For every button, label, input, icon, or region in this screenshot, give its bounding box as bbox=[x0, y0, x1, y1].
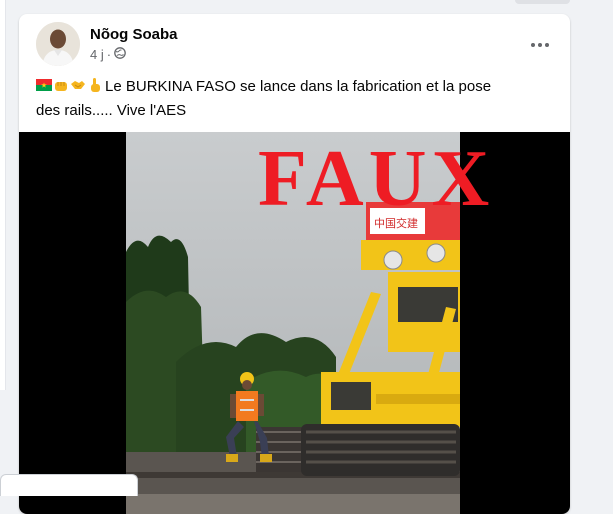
author-name[interactable]: Nõog Soaba bbox=[90, 26, 178, 43]
left-panel-edge bbox=[0, 0, 6, 390]
post-text-line-1: Le BURKINA FASO se lance dans la fabrica… bbox=[105, 78, 492, 95]
post-time[interactable]: 4 j bbox=[90, 47, 104, 62]
false-news-label: FAUX bbox=[258, 135, 495, 223]
meta-separator: · bbox=[106, 47, 112, 62]
globe-icon bbox=[114, 47, 126, 62]
bottom-bar bbox=[0, 474, 138, 496]
post-text: Le BURKINA FASO se lance dans la fabrica… bbox=[36, 76, 556, 122]
author-avatar[interactable] bbox=[36, 22, 80, 66]
pointing-up-icon bbox=[87, 77, 103, 100]
post-meta: 4 j · bbox=[90, 47, 126, 62]
top-strip bbox=[515, 0, 570, 4]
more-horizontal-icon bbox=[530, 35, 550, 53]
post-video[interactable]: 中国交建 FAUX bbox=[19, 132, 570, 514]
avatar-photo bbox=[36, 22, 80, 66]
post-options-button[interactable] bbox=[524, 28, 556, 60]
handshake-icon bbox=[70, 77, 86, 100]
post-text-line-2: des rails..... Vive l'AES bbox=[36, 102, 187, 119]
facebook-post: Nõog Soaba 4 j · Le BURKINA FASO se lanc… bbox=[19, 14, 570, 514]
emoji-group bbox=[36, 77, 103, 100]
burkina-faso-flag-icon bbox=[36, 77, 52, 100]
raised-fist-icon bbox=[53, 77, 69, 100]
